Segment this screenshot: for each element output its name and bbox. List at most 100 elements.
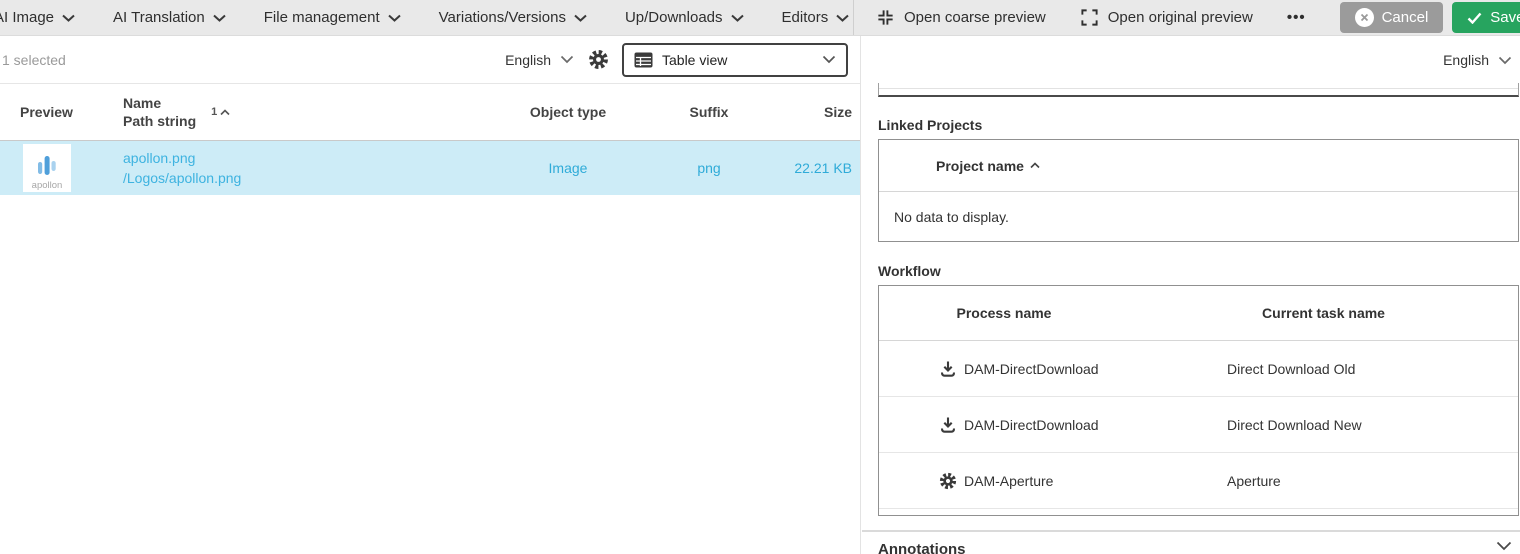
chevron-down-icon [560,55,574,64]
chevron-down-icon [1496,541,1512,551]
menu-up-downloads[interactable]: Up/Downloads [625,9,744,26]
right-panel-header: English [861,36,1520,84]
table-row[interactable]: DAM-DirectDownload Direct Download New [879,397,1518,453]
annotations-section-header[interactable]: Annotations [878,541,1512,554]
preview-action-label: Open original preview [1108,9,1253,26]
menu-variations-versions[interactable]: Variations/Versions [439,9,587,26]
preview-action-label: Open coarse preview [904,9,1046,26]
asset-menu-bar: AI Image AI Translation File management … [0,0,854,35]
check-icon [1467,12,1482,24]
download-icon [939,416,957,434]
table-row[interactable]: DAM-DirectDownload Direct Download Old [879,341,1518,397]
column-header-name[interactable]: Name Path string 1 [103,94,460,130]
preview-cell: apollon [0,144,103,192]
menu-ai-translation[interactable]: AI Translation [113,9,226,26]
chevron-down-icon [822,55,836,64]
more-actions-button[interactable]: ••• [1287,9,1306,26]
menu-label: AI Translation [113,9,205,26]
menu-label: Variations/Versions [439,9,566,26]
open-coarse-preview-button[interactable]: Open coarse preview [876,8,1046,27]
linked-projects-title: Linked Projects [878,117,982,133]
sort-order: 1 [211,106,217,118]
menu-label: Up/Downloads [625,9,723,26]
scrolled-table-bottom-edge [878,83,1519,97]
process-name: DAM-DirectDownload [964,361,1099,377]
preview-toolbar: Open coarse preview Open original previe… [854,0,1520,35]
column-header-name-line1: Name [123,94,196,112]
left-language-dropdown[interactable]: English [505,52,574,68]
chevron-down-icon [388,14,401,22]
linked-projects-header[interactable]: Project name [879,140,1518,192]
column-header-process-name[interactable]: Process name [879,305,1129,321]
menu-label: AI Image [0,9,54,26]
process-name: DAM-DirectDownload [964,417,1099,433]
column-header-current-task-name[interactable]: Current task name [1129,305,1518,321]
asset-name-link[interactable]: apollon.png [123,148,460,168]
menu-ai-image[interactable]: AI Image [0,9,75,26]
menu-label: File management [264,9,380,26]
sort-indicator[interactable]: 1 [211,106,230,118]
column-header-size[interactable]: Size [742,104,860,120]
menu-editors[interactable]: Editors [782,9,850,26]
sort-asc-icon [220,109,230,116]
top-toolbar: AI Image AI Translation File management … [0,0,1520,36]
cancel-label: Cancel [1382,9,1429,26]
linked-projects-table: Project name No data to display. [878,139,1519,242]
process-cell: DAM-Aperture [879,472,1129,490]
left-panel-header: 1 selected English Table view [0,36,860,84]
process-cell: DAM-DirectDownload [879,416,1129,434]
form-actions: Cancel Save [1340,2,1520,33]
menu-file-management[interactable]: File management [264,9,401,26]
chevron-down-icon [574,14,587,22]
empty-message: No data to display. [879,192,1518,225]
process-name: DAM-Aperture [964,473,1053,489]
column-header-name-line2: Path string [123,112,196,130]
gear-icon [588,49,609,70]
task-cell: Aperture [1129,473,1518,489]
cancel-button[interactable]: Cancel [1340,2,1444,33]
download-icon [939,360,957,378]
view-mode-select[interactable]: Table view [622,43,848,77]
expand-icon [1080,8,1099,27]
task-cell: Direct Download Old [1129,361,1518,377]
section-divider [862,530,1520,532]
suffix-cell: png [676,160,742,176]
size-cell: 22.21 KB [742,160,860,176]
thumbnail-caption: apollon [32,180,63,191]
grid-settings-button[interactable] [588,49,609,70]
process-cell: DAM-DirectDownload [879,360,1129,378]
project-name-column-label: Project name [936,158,1024,174]
language-label: English [1443,52,1489,68]
save-label: Save [1490,9,1520,26]
selection-status: 1 selected [2,52,66,68]
menu-label: Editors [782,9,829,26]
save-button[interactable]: Save [1452,2,1520,33]
table-row-apollon[interactable]: apollon apollon.png /Logos/apollon.png I… [0,141,860,195]
workflow-title: Workflow [878,263,941,279]
sort-asc-icon [1030,162,1040,169]
apollon-logo-icon [35,154,59,180]
chevron-down-icon [1498,56,1512,65]
compress-icon [876,8,895,27]
chevron-down-icon [836,14,849,22]
open-original-preview-button[interactable]: Open original preview [1080,8,1253,27]
table-row[interactable]: DAM-Aperture Aperture [879,453,1518,509]
table-view-icon [634,52,653,68]
workflow-table: Process name Current task name DAM-Direc… [878,285,1519,516]
chevron-down-icon [213,14,226,22]
asset-table-header: Preview Name Path string 1 Object type S… [0,84,860,141]
chevron-down-icon [731,14,744,22]
language-label: English [505,52,551,68]
view-mode-label: Table view [662,52,727,68]
right-language-dropdown[interactable]: English [1443,52,1512,68]
asset-thumbnail[interactable]: apollon [23,144,71,192]
column-header-object-type[interactable]: Object type [460,104,676,120]
workflow-table-header: Process name Current task name [879,286,1518,341]
column-header-preview[interactable]: Preview [0,104,103,120]
asset-path-link[interactable]: /Logos/apollon.png [123,168,460,188]
name-cell: apollon.png /Logos/apollon.png [103,148,460,189]
task-cell: Direct Download New [1129,417,1518,433]
gear-icon [939,472,957,490]
column-header-suffix[interactable]: Suffix [676,104,742,120]
panel-divider [860,36,861,554]
